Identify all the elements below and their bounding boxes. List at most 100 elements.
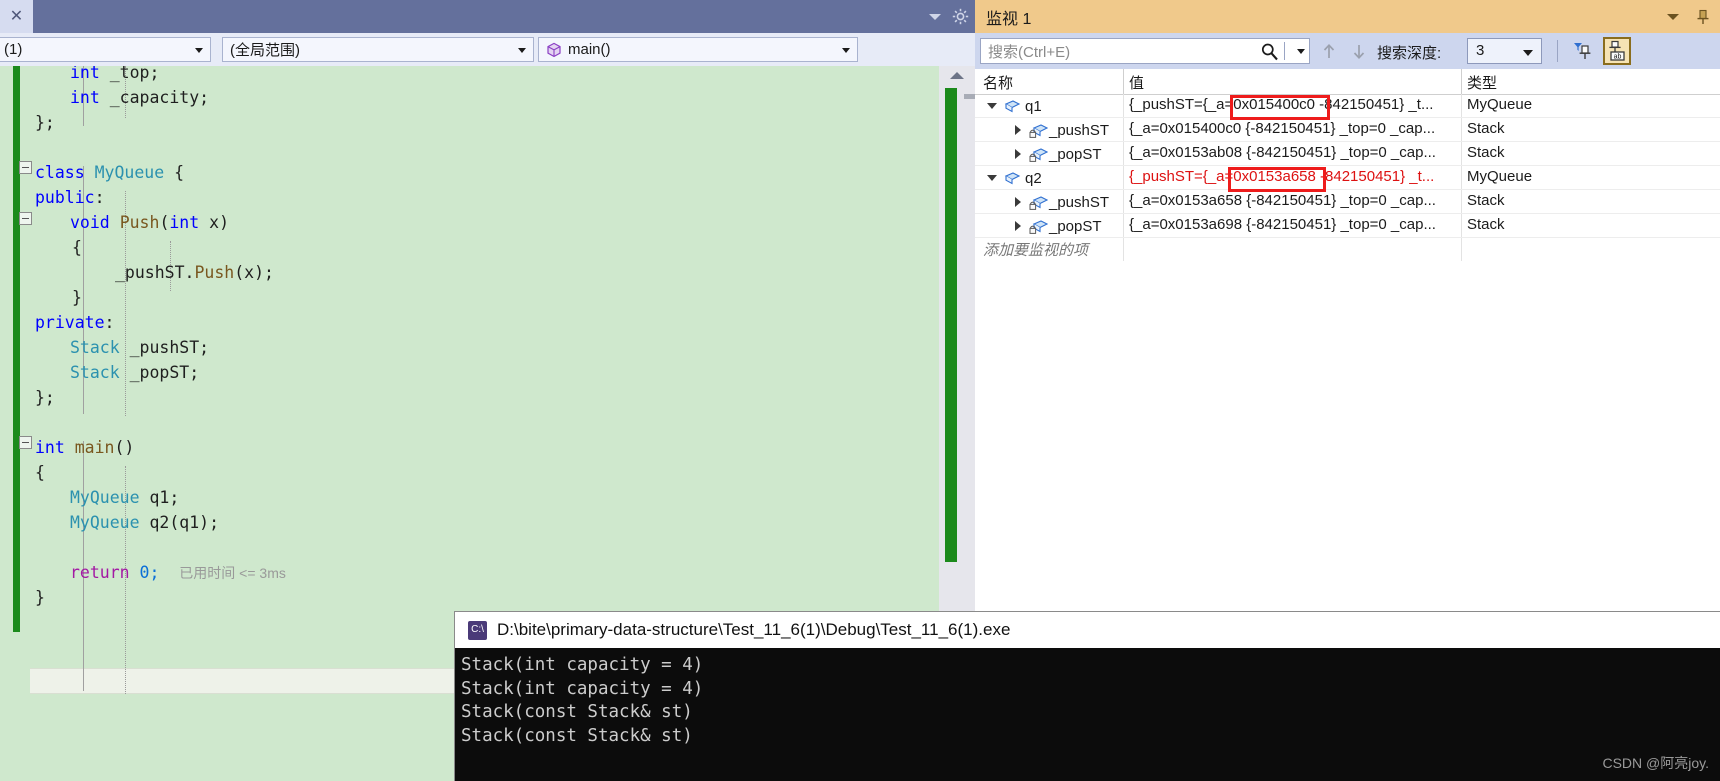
table-row[interactable]: _popST {_a=0x0153ab08 {-842150451} _top=…: [975, 142, 1720, 166]
expander-collapse-icon[interactable]: [987, 175, 997, 181]
pin-filter-icon[interactable]: [1569, 37, 1597, 65]
expander-expand-icon[interactable]: [1015, 149, 1021, 159]
watch-row-name: q1: [1025, 97, 1042, 115]
search-next-button[interactable]: [1350, 42, 1368, 60]
column-header-name[interactable]: 名称: [983, 72, 1013, 93]
console-window[interactable]: C:\ D:\bite\primary-data-structure\Test_…: [455, 612, 1720, 781]
search-divider: [1284, 42, 1285, 60]
watch-row-name: _popST: [1049, 217, 1102, 235]
watch-row-type: Stack: [1467, 120, 1505, 137]
member-dropdown[interactable]: main(): [538, 37, 858, 62]
code-line: }: [72, 288, 82, 307]
hex-display-toggle[interactable]: ab: [1603, 37, 1631, 65]
editor-tab-strip: ✕: [0, 0, 975, 33]
tab-strip-actions: [929, 0, 969, 33]
watch-toolbar: 搜索(Ctrl+E) 搜索深度: 3 ab: [975, 33, 1720, 69]
table-row[interactable]: _pushST {_a=0x0153a658 {-842150451} _top…: [975, 190, 1720, 214]
console-titlebar: C:\ D:\bite\primary-data-structure\Test_…: [455, 612, 1720, 648]
search-previous-button[interactable]: [1320, 42, 1338, 60]
search-placeholder: 搜索(Ctrl+E): [988, 43, 1071, 61]
table-row[interactable]: _pushST {_a=0x015400c0 {-842150451} _top…: [975, 118, 1720, 142]
code-line: {: [35, 463, 45, 482]
object-icon: [1004, 99, 1021, 114]
namespace-dropdown-value: (全局范围): [230, 42, 300, 59]
chevron-down-icon[interactable]: [1667, 13, 1679, 20]
console-output-line: Stack(int capacity = 4): [461, 655, 704, 675]
scope-dropdown[interactable]: (1): [0, 37, 211, 62]
code-line: void Push(int x): [70, 213, 229, 232]
expander-expand-icon[interactable]: [1015, 221, 1021, 231]
svg-text:ab: ab: [1614, 54, 1622, 61]
console-output: Stack(int capacity = 4) Stack(int capaci…: [455, 648, 1720, 781]
private-object-icon: [1029, 219, 1049, 234]
code-line: class MyQueue {: [35, 163, 185, 182]
chevron-down-icon[interactable]: [1297, 49, 1305, 54]
code-line: int _top;: [70, 66, 160, 82]
expander-expand-icon[interactable]: [1015, 197, 1021, 207]
watch-row-type: MyQueue: [1467, 168, 1533, 185]
expander-collapse-icon[interactable]: [987, 103, 997, 109]
code-line: {: [72, 238, 82, 257]
code-line: Stack _pushST;: [70, 338, 210, 357]
code-line: public:: [35, 188, 105, 207]
search-depth-dropdown[interactable]: 3: [1467, 38, 1542, 64]
column-header-value[interactable]: 值: [1129, 72, 1144, 93]
watch-row-type: Stack: [1467, 144, 1505, 161]
watermark: CSDN @阿亮joy.: [1602, 755, 1709, 771]
private-object-icon: [1029, 123, 1049, 138]
search-icon[interactable]: [1260, 42, 1279, 61]
namespace-dropdown[interactable]: (全局范围): [222, 37, 534, 62]
elapsed-time-label: 已用时间 <= 3ms: [179, 565, 286, 581]
console-output-line: Stack(const Stack& st): [461, 725, 693, 746]
column-divider[interactable]: [1461, 69, 1462, 94]
watch-panel-titlebar: 监视 1: [975, 0, 1720, 33]
gear-icon[interactable]: [952, 8, 969, 25]
code-line: MyQueue q2(q1);: [70, 513, 220, 532]
watch-row-name: _popST: [1049, 145, 1102, 163]
code-line: private:: [35, 313, 115, 332]
watch-row-value: {_a=0x0153a698 {-842150451} _top=0 _cap.…: [1129, 216, 1436, 233]
table-row[interactable]: _popST {_a=0x0153a698 {-842150451} _top=…: [975, 214, 1720, 238]
scope-dropdown-value: (1): [4, 41, 23, 58]
console-title-path: D:\bite\primary-data-structure\Test_11_6…: [497, 620, 1011, 639]
chevron-down-icon: [1523, 50, 1533, 56]
expander-expand-icon[interactable]: [1015, 125, 1021, 135]
search-input[interactable]: 搜索(Ctrl+E): [980, 38, 1310, 64]
column-divider[interactable]: [1123, 69, 1124, 94]
code-line: int _capacity;: [70, 88, 210, 107]
watch-row-value: {_a=0x015400c0 {-842150451} _top=0 _cap.…: [1129, 120, 1436, 137]
pin-icon[interactable]: [1695, 9, 1711, 25]
table-row[interactable]: q2 {_pushST={_a=0x0153a658 -842150451} _…: [975, 166, 1720, 190]
console-output-line: Stack(int capacity = 4): [461, 678, 704, 699]
editor-tab-close[interactable]: ✕: [0, 0, 33, 33]
code-line: };: [35, 388, 55, 407]
watch-row-value: {_a=0x0153ab08 {-842150451} _top=0 _cap.…: [1129, 144, 1436, 161]
chevron-down-icon: [518, 47, 526, 53]
method-cube-icon: [546, 42, 562, 58]
watch-row-name: _pushST: [1049, 121, 1110, 139]
watch-row-name: _pushST: [1049, 193, 1110, 211]
private-object-icon: [1029, 147, 1049, 162]
watch-row-type: Stack: [1467, 192, 1505, 209]
watch-table-header: 名称 值 类型: [975, 69, 1720, 95]
chevron-down-icon: [195, 47, 203, 53]
annotation-box-q1-address: [1230, 95, 1330, 120]
code-line: };: [35, 113, 55, 132]
app-root: ✕ (1) (全局范围) main() int _top; int _capac…: [0, 0, 1720, 781]
column-header-type[interactable]: 类型: [1467, 72, 1497, 93]
console-app-icon: C:\: [468, 620, 487, 640]
object-icon: [1004, 171, 1021, 186]
chevron-down-icon[interactable]: [929, 13, 941, 20]
watch-row-type: MyQueue: [1467, 96, 1533, 113]
watch-row-name: q2: [1025, 169, 1042, 187]
table-row[interactable]: q1 {_pushST={_a=0x015400c0 -842150451} _…: [975, 94, 1720, 118]
add-watch-row[interactable]: 添加要监视的项: [975, 237, 1720, 261]
console-icon-label: C:\: [471, 624, 484, 635]
search-depth-value: 3: [1476, 42, 1485, 59]
search-depth-label: 搜索深度:: [1377, 45, 1442, 62]
watch-panel-titlebar-actions: [1667, 0, 1711, 33]
console-output-line: Stack(const Stack& st): [461, 702, 693, 722]
add-watch-placeholder: 添加要监视的项: [983, 242, 1089, 259]
code-line: _pushST.Push(x);: [115, 263, 274, 282]
scroll-up-button[interactable]: [939, 66, 975, 84]
